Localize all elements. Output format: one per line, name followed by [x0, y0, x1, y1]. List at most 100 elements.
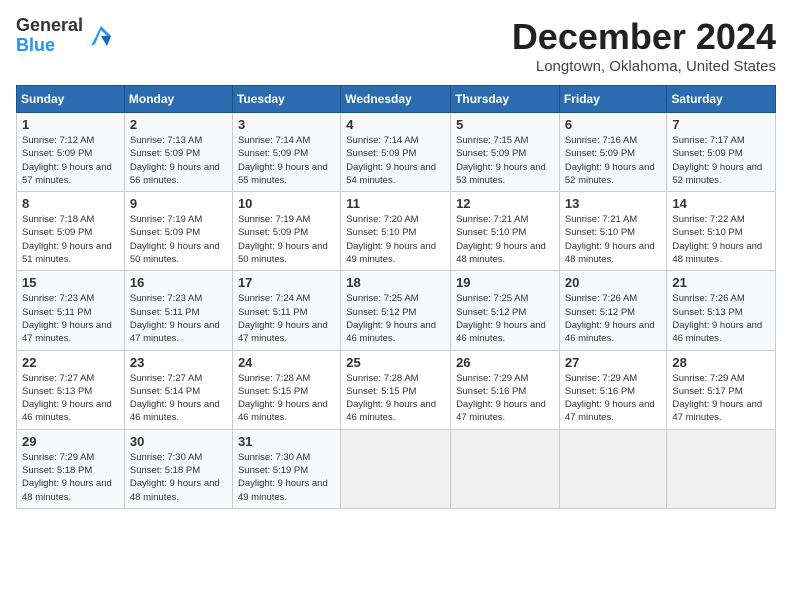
logo-icon	[87, 22, 115, 50]
calendar-cell: 6 Sunrise: 7:16 AMSunset: 5:09 PMDaylight…	[559, 113, 667, 192]
calendar-cell	[559, 429, 667, 508]
day-number: 5	[456, 117, 554, 132]
location: Longtown, Oklahoma, United States	[512, 58, 776, 75]
day-info: Sunrise: 7:29 AMSunset: 5:16 PMDaylight:…	[565, 373, 655, 424]
header-sunday: Sunday	[17, 86, 125, 113]
calendar-cell: 11 Sunrise: 7:20 AMSunset: 5:10 PMDayligh…	[341, 192, 451, 271]
day-info: Sunrise: 7:21 AMSunset: 5:10 PMDaylight:…	[456, 214, 546, 265]
calendar-cell: 28 Sunrise: 7:29 AMSunset: 5:17 PMDayligh…	[667, 350, 776, 429]
day-info: Sunrise: 7:29 AMSunset: 5:17 PMDaylight:…	[672, 373, 762, 424]
day-info: Sunrise: 7:28 AMSunset: 5:15 PMDaylight:…	[346, 373, 436, 424]
day-info: Sunrise: 7:29 AMSunset: 5:16 PMDaylight:…	[456, 373, 546, 424]
calendar-cell	[667, 429, 776, 508]
calendar-cell	[341, 429, 451, 508]
day-info: Sunrise: 7:21 AMSunset: 5:10 PMDaylight:…	[565, 214, 655, 265]
day-number: 22	[22, 355, 119, 370]
header-saturday: Saturday	[667, 86, 776, 113]
calendar-cell: 25 Sunrise: 7:28 AMSunset: 5:15 PMDayligh…	[341, 350, 451, 429]
day-info: Sunrise: 7:27 AMSunset: 5:13 PMDaylight:…	[22, 373, 112, 424]
day-number: 23	[130, 355, 227, 370]
day-number: 13	[565, 196, 662, 211]
day-number: 7	[672, 117, 770, 132]
day-number: 29	[22, 434, 119, 449]
day-number: 11	[346, 196, 445, 211]
day-info: Sunrise: 7:15 AMSunset: 5:09 PMDaylight:…	[456, 135, 546, 186]
calendar-cell: 21 Sunrise: 7:26 AMSunset: 5:13 PMDayligh…	[667, 271, 776, 350]
week-row-4: 29 Sunrise: 7:29 AMSunset: 5:18 PMDayligh…	[17, 429, 776, 508]
day-number: 1	[22, 117, 119, 132]
day-info: Sunrise: 7:23 AMSunset: 5:11 PMDaylight:…	[22, 293, 112, 344]
day-number: 17	[238, 275, 335, 290]
day-number: 21	[672, 275, 770, 290]
calendar-cell: 14 Sunrise: 7:22 AMSunset: 5:10 PMDayligh…	[667, 192, 776, 271]
calendar-table: SundayMondayTuesdayWednesdayThursdayFrid…	[16, 85, 776, 509]
calendar-cell: 29 Sunrise: 7:29 AMSunset: 5:18 PMDayligh…	[17, 429, 125, 508]
day-number: 14	[672, 196, 770, 211]
day-number: 3	[238, 117, 335, 132]
day-info: Sunrise: 7:26 AMSunset: 5:13 PMDaylight:…	[672, 293, 762, 344]
calendar-cell	[451, 429, 560, 508]
calendar-header-row: SundayMondayTuesdayWednesdayThursdayFrid…	[17, 86, 776, 113]
logo-blue: Blue	[16, 36, 83, 56]
calendar-cell: 16Sunrise: 7:23 AMSunset: 5:11 PMDayligh…	[124, 271, 232, 350]
logo-general: General	[16, 16, 83, 36]
week-row-0: 1 Sunrise: 7:12 AMSunset: 5:09 PMDaylight…	[17, 113, 776, 192]
day-info: Sunrise: 7:26 AMSunset: 5:12 PMDaylight:…	[565, 293, 655, 344]
day-number: 8	[22, 196, 119, 211]
day-number: 4	[346, 117, 445, 132]
calendar-cell: 26 Sunrise: 7:29 AMSunset: 5:16 PMDayligh…	[451, 350, 560, 429]
day-info: Sunrise: 7:16 AMSunset: 5:09 PMDaylight:…	[565, 135, 655, 186]
day-info: Sunrise: 7:25 AMSunset: 5:12 PMDaylight:…	[346, 293, 436, 344]
header-thursday: Thursday	[451, 86, 560, 113]
day-info: Sunrise: 7:14 AMSunset: 5:09 PMDaylight:…	[238, 135, 328, 186]
day-info: Sunrise: 7:14 AMSunset: 5:09 PMDaylight:…	[346, 135, 436, 186]
day-number: 27	[565, 355, 662, 370]
day-info: Sunrise: 7:12 AMSunset: 5:09 PMDaylight:…	[22, 135, 112, 186]
calendar-cell: 19 Sunrise: 7:25 AMSunset: 5:12 PMDayligh…	[451, 271, 560, 350]
calendar-cell: 2 Sunrise: 7:13 AMSunset: 5:09 PMDaylight…	[124, 113, 232, 192]
page-header: General Blue December 2024 Longtown, Okl…	[16, 16, 776, 75]
header-tuesday: Tuesday	[232, 86, 340, 113]
calendar-cell: 4 Sunrise: 7:14 AMSunset: 5:09 PMDaylight…	[341, 113, 451, 192]
calendar-cell: 12Sunrise: 7:21 AMSunset: 5:10 PMDayligh…	[451, 192, 560, 271]
week-row-3: 22 Sunrise: 7:27 AMSunset: 5:13 PMDayligh…	[17, 350, 776, 429]
day-info: Sunrise: 7:24 AMSunset: 5:11 PMDaylight:…	[238, 293, 328, 344]
day-number: 26	[456, 355, 554, 370]
week-row-2: 15 Sunrise: 7:23 AMSunset: 5:11 PMDayligh…	[17, 271, 776, 350]
day-info: Sunrise: 7:30 AMSunset: 5:19 PMDaylight:…	[238, 452, 328, 503]
day-number: 18	[346, 275, 445, 290]
day-number: 31	[238, 434, 335, 449]
day-info: Sunrise: 7:22 AMSunset: 5:10 PMDaylight:…	[672, 214, 762, 265]
day-number: 25	[346, 355, 445, 370]
calendar-cell: 9Sunrise: 7:19 AMSunset: 5:09 PMDaylight…	[124, 192, 232, 271]
day-info: Sunrise: 7:28 AMSunset: 5:15 PMDaylight:…	[238, 373, 328, 424]
header-monday: Monday	[124, 86, 232, 113]
day-number: 28	[672, 355, 770, 370]
day-number: 15	[22, 275, 119, 290]
day-number: 19	[456, 275, 554, 290]
calendar-cell: 30 Sunrise: 7:30 AMSunset: 5:18 PMDayligh…	[124, 429, 232, 508]
calendar-cell: 31 Sunrise: 7:30 AMSunset: 5:19 PMDayligh…	[232, 429, 340, 508]
day-info: Sunrise: 7:20 AMSunset: 5:10 PMDaylight:…	[346, 214, 436, 265]
day-info: Sunrise: 7:29 AMSunset: 5:18 PMDaylight:…	[22, 452, 112, 503]
day-info: Sunrise: 7:13 AMSunset: 5:09 PMDaylight:…	[130, 135, 220, 186]
day-number: 6	[565, 117, 662, 132]
calendar-cell: 13 Sunrise: 7:21 AMSunset: 5:10 PMDayligh…	[559, 192, 667, 271]
calendar-cell: 18 Sunrise: 7:25 AMSunset: 5:12 PMDayligh…	[341, 271, 451, 350]
header-friday: Friday	[559, 86, 667, 113]
calendar-cell: 17 Sunrise: 7:24 AMSunset: 5:11 PMDayligh…	[232, 271, 340, 350]
day-number: 2	[130, 117, 227, 132]
day-info: Sunrise: 7:18 AMSunset: 5:09 PMDaylight:…	[22, 214, 112, 265]
day-info: Sunrise: 7:25 AMSunset: 5:12 PMDaylight:…	[456, 293, 546, 344]
day-number: 30	[130, 434, 227, 449]
day-info: Sunrise: 7:30 AMSunset: 5:18 PMDaylight:…	[130, 452, 220, 503]
day-number: 16	[130, 275, 227, 290]
day-number: 24	[238, 355, 335, 370]
logo: General Blue	[16, 16, 115, 56]
calendar-cell: 8 Sunrise: 7:18 AMSunset: 5:09 PMDaylight…	[17, 192, 125, 271]
calendar-cell: 15 Sunrise: 7:23 AMSunset: 5:11 PMDayligh…	[17, 271, 125, 350]
calendar-cell: 23Sunrise: 7:27 AMSunset: 5:14 PMDayligh…	[124, 350, 232, 429]
calendar-cell: 7Sunrise: 7:17 AMSunset: 5:09 PMDaylight…	[667, 113, 776, 192]
calendar-cell: 22 Sunrise: 7:27 AMSunset: 5:13 PMDayligh…	[17, 350, 125, 429]
calendar-cell: 10Sunrise: 7:19 AMSunset: 5:09 PMDayligh…	[232, 192, 340, 271]
